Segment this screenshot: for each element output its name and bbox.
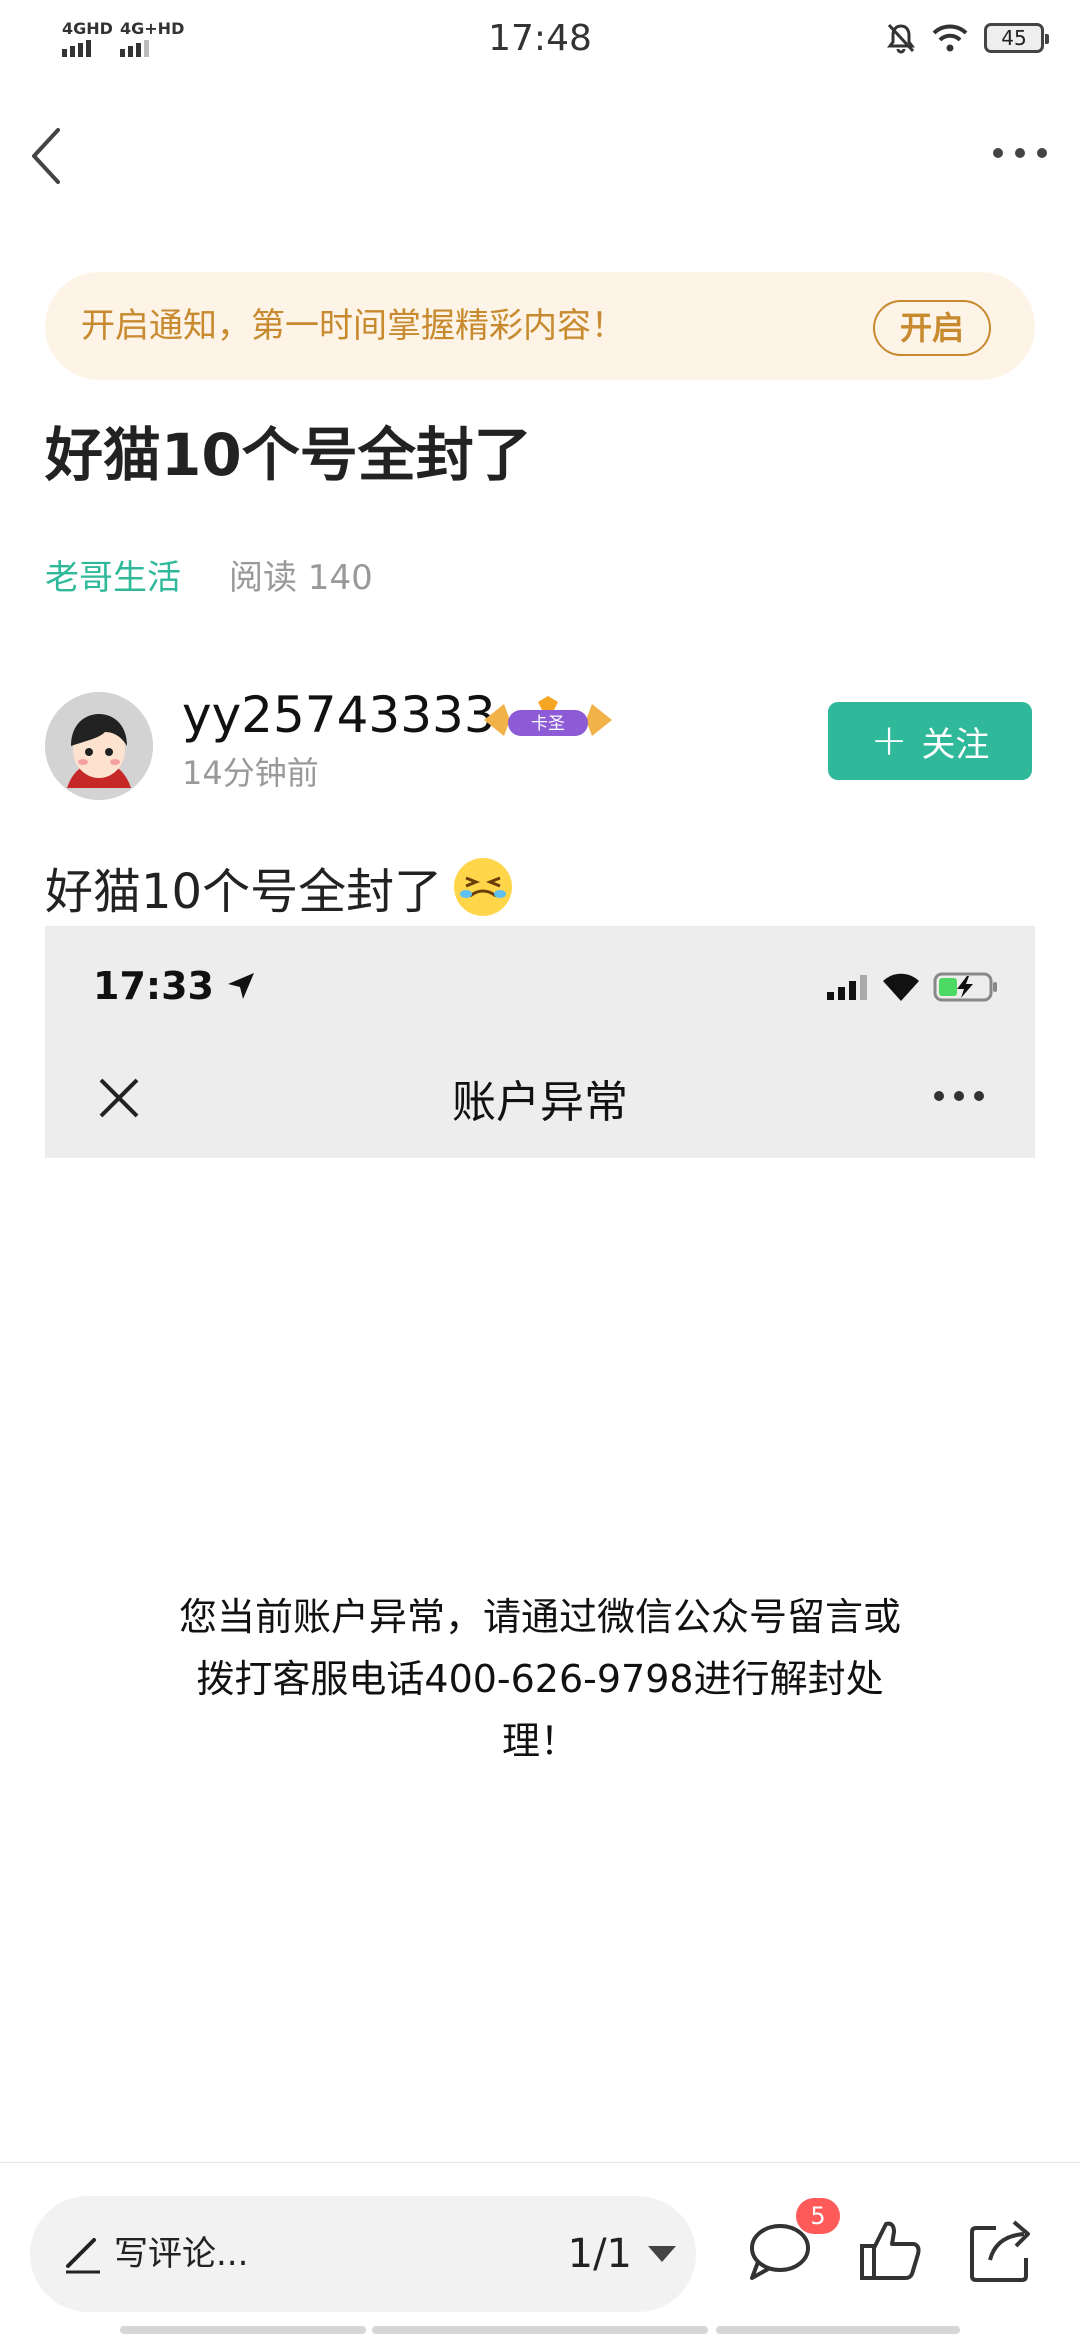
plus-icon: + [870, 715, 908, 766]
status-right: 45 [886, 22, 1049, 54]
page-indicator[interactable]: 1/1 [568, 2196, 632, 2312]
more-icon[interactable] [933, 1086, 985, 1106]
caret-down-icon[interactable] [648, 2244, 676, 2264]
home-indicator-segment [372, 2326, 708, 2334]
follow-button[interactable]: + 关注 [828, 702, 1032, 780]
embedded-status-icons [827, 972, 999, 1002]
location-arrow-icon [227, 973, 254, 999]
status-bar: 4GHD 4G+HD 17:48 45 [0, 0, 1080, 84]
embedded-header: 17:33 账户异常 [45, 926, 1035, 1158]
account-abnormal-message: 您当前账户异常，请通过微信公众号留言或拨打客服电话400-626-9798进行解… [178, 1595, 901, 1763]
post-time: 14分钟前 [182, 754, 319, 792]
bottom-divider [0, 2162, 1080, 2163]
author-name[interactable]: yy25743333 [182, 686, 496, 744]
comment-placeholder: 写评论... [114, 2234, 249, 2274]
avatar-image [45, 692, 153, 800]
notification-text: 开启通知，第一时间掌握精彩内容！ [81, 306, 625, 346]
enable-notification-button[interactable]: 开启 [873, 300, 991, 356]
pencil-icon [66, 2238, 100, 2274]
wifi-icon [883, 973, 919, 1001]
share-icon[interactable] [966, 2216, 1036, 2286]
back-icon[interactable] [26, 124, 76, 188]
charging-battery-icon [933, 972, 997, 1002]
read-count: 阅读 140 [229, 558, 373, 598]
battery-icon: 45 [984, 23, 1049, 53]
notification-banner: 开启通知，第一时间掌握精彩内容！ 开启 [45, 272, 1035, 380]
crying-laugh-emoji-icon [454, 858, 513, 916]
badge-label: 卡圣 [531, 714, 565, 734]
top-nav [0, 110, 1080, 200]
crown-badge-icon: 卡圣 [484, 696, 612, 736]
post-body: 好猫10个号全封了 [45, 852, 514, 922]
follow-label: 关注 [921, 724, 990, 765]
article-meta: 老哥生活 阅读 140 [45, 550, 373, 599]
avatar[interactable] [45, 692, 153, 800]
mute-bell-icon [887, 23, 915, 54]
home-indicator-segment [716, 2326, 960, 2334]
embedded-screenshot[interactable]: 17:33 账户异常 您当前账户异常，请通过微信公众号留言或拨打客服电话400-… [45, 926, 1035, 2156]
wifi-icon [932, 24, 968, 52]
comment-count-badge: 5 [796, 2198, 840, 2234]
embedded-status-time: 17:33 [93, 964, 256, 1008]
article-title: 好猫10个号全封了 [45, 421, 532, 489]
category-link[interactable]: 老哥生活 [45, 550, 181, 599]
comment-input[interactable]: 写评论... 1/1 [30, 2196, 696, 2312]
cellular-signal-icon [827, 975, 867, 1000]
embedded-title: 账户异常 [452, 1077, 628, 1128]
home-indicator-segment [120, 2326, 366, 2334]
embedded-time: 17:33 [93, 964, 214, 1008]
post-text: 好猫10个号全封了 [45, 864, 443, 920]
more-icon[interactable] [990, 138, 1050, 168]
thumbs-up-icon[interactable] [856, 2216, 926, 2286]
